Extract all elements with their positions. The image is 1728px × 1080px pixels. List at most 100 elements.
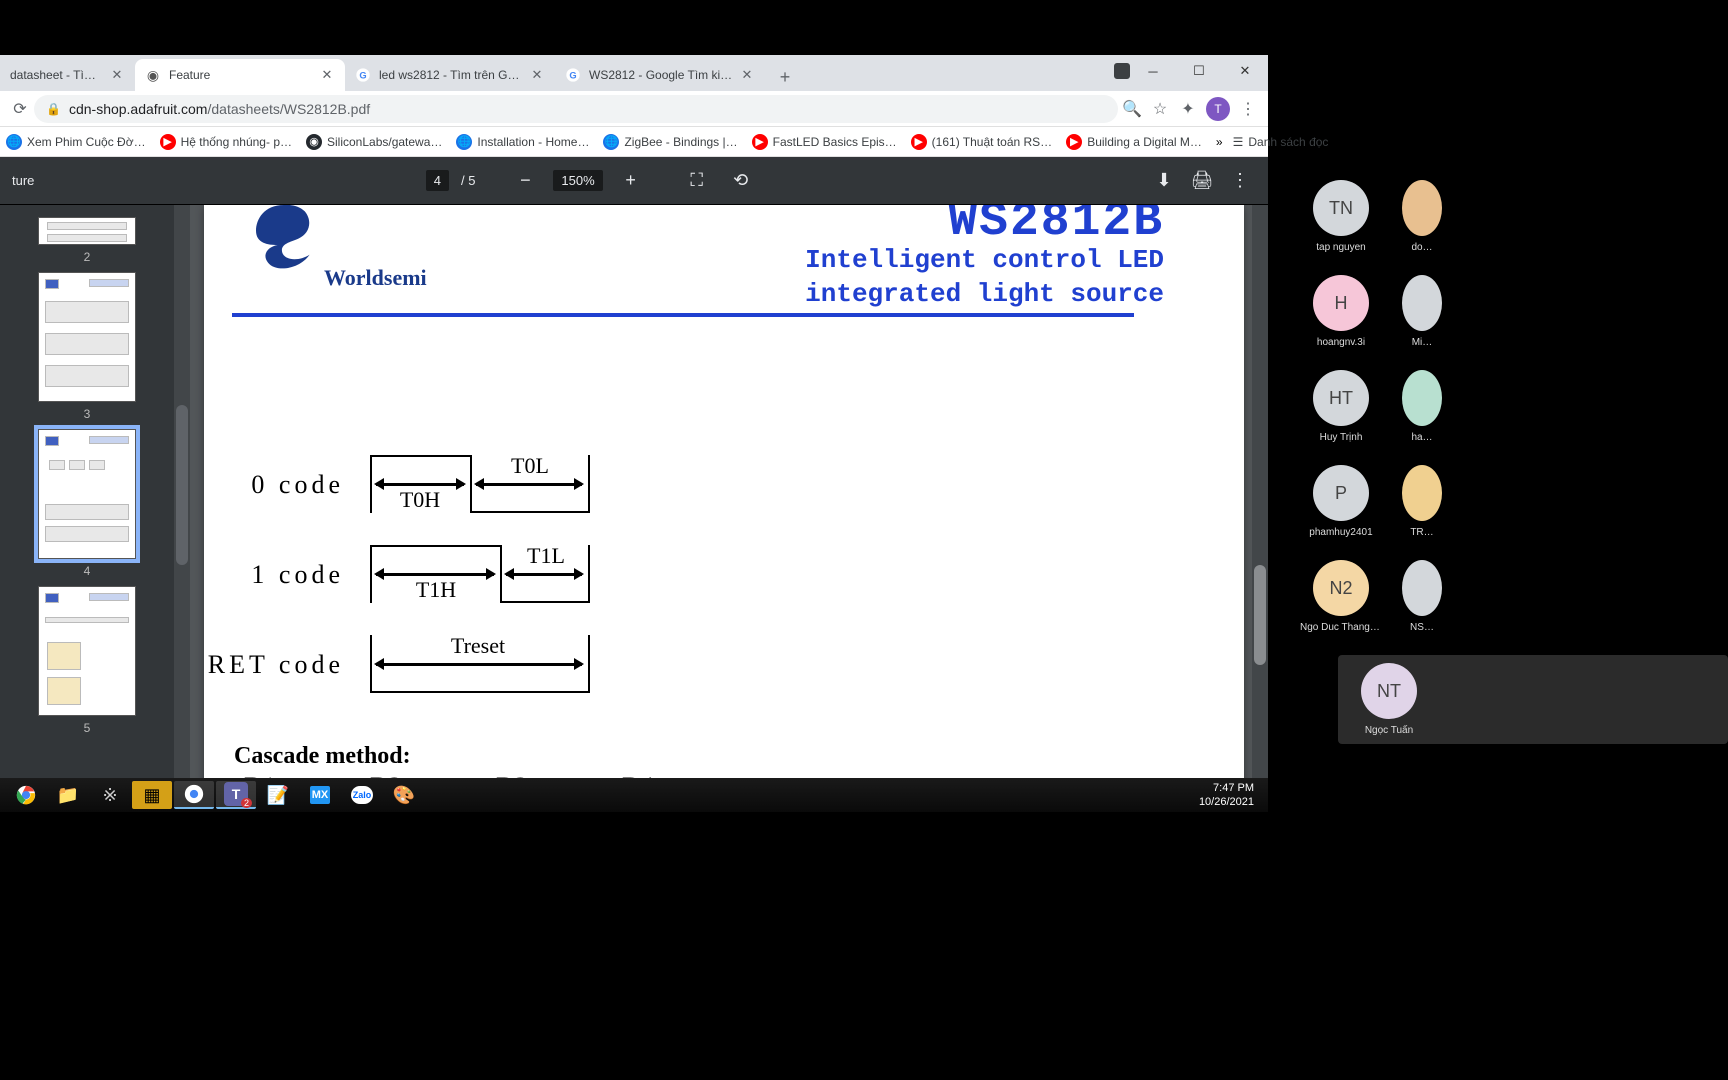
app-taskbar-icon[interactable]: ▦ (132, 781, 172, 809)
bookmark-label: SiliconLabs/gatewa… (327, 135, 442, 149)
participant[interactable]: do… (1402, 180, 1442, 253)
bookmark-item[interactable]: ▶FastLED Basics Epis… (752, 134, 897, 150)
bookmarks-overflow-button[interactable]: » (1216, 135, 1223, 149)
participant[interactable]: H hoangnv.3i (1298, 275, 1384, 348)
globe-icon: 🌐 (456, 134, 472, 150)
bookmark-label: Xem Phim Cuộc Đờ… (27, 135, 146, 149)
url-input[interactable]: 🔒 cdn-shop.adafruit.com/datasheets/WS281… (34, 95, 1118, 123)
bookmark-item[interactable]: 🌐Xem Phim Cuộc Đờ… (6, 134, 146, 150)
page-scrollbar[interactable] (1252, 205, 1268, 810)
tab-3[interactable]: G WS2812 - Google Tìm kiếm ✕ (555, 59, 765, 91)
list-icon: ☰ (1233, 135, 1244, 149)
close-icon[interactable]: ✕ (739, 67, 755, 83)
participant-name: Ngọc Tuấn (1365, 725, 1413, 736)
new-tab-button[interactable]: + (771, 63, 799, 91)
system-clock[interactable]: 7:47 PM 10/26/2021 (1199, 781, 1262, 809)
bookmark-label: (161) Thuật toán RS… (932, 135, 1053, 149)
profile-avatar[interactable]: T (1206, 97, 1230, 121)
app-taskbar-icon[interactable]: ※ (90, 781, 130, 809)
participant[interactable]: ha… (1402, 370, 1442, 443)
url-path: /datasheets/WS2812B.pdf (207, 101, 370, 117)
avatar: H (1313, 275, 1369, 331)
print-button[interactable]: 🖨 (1186, 165, 1218, 197)
t1h-label: T1H (416, 577, 456, 603)
close-icon[interactable]: ✕ (529, 67, 545, 83)
thumbnail-scrollbar[interactable] (174, 205, 190, 810)
close-window-button[interactable]: ✕ (1222, 55, 1268, 87)
paint-taskbar-icon[interactable]: 🎨 (384, 781, 424, 809)
youtube-icon: ▶ (752, 134, 768, 150)
participant[interactable]: TR… (1402, 465, 1442, 538)
tab-2[interactable]: G led ws2812 - Tìm trên Google ✕ (345, 59, 555, 91)
bookmark-item[interactable]: ◉SiliconLabs/gatewa… (306, 134, 442, 150)
pdf-page-area[interactable]: Worldsemi WS2812B Intelligent control LE… (190, 205, 1268, 810)
zalo-taskbar-icon[interactable]: Zalo (342, 781, 382, 809)
menu-icon[interactable]: ⋮ (1234, 95, 1262, 123)
participant-active[interactable]: NT Ngọc Tuấn (1346, 663, 1432, 736)
avatar: HT (1313, 370, 1369, 426)
participant[interactable]: P phamhuy2401 (1298, 465, 1384, 538)
chrome-active-taskbar-icon[interactable] (174, 781, 214, 809)
maximize-button[interactable]: ☐ (1176, 55, 1222, 87)
zoom-in-button[interactable]: + (615, 165, 647, 197)
thumbnail-page-4[interactable] (38, 429, 136, 559)
bookmark-item[interactable]: ▶Building a Digital M… (1066, 134, 1202, 150)
tab-0[interactable]: datasheet - Tìm trên Go… ✕ (0, 59, 135, 91)
bookmark-item[interactable]: 🌐ZigBee - Bindings |… (603, 134, 737, 150)
participant[interactable]: TN tap nguyen (1298, 180, 1384, 253)
bookmark-item[interactable]: 🌐Installation - Home… (456, 134, 589, 150)
mx-taskbar-icon[interactable]: MX (300, 781, 340, 809)
bookmark-item[interactable]: ▶(161) Thuật toán RS… (911, 134, 1053, 150)
participant[interactable]: HT Huy Trịnh (1298, 370, 1384, 443)
download-button[interactable]: ⬇ (1148, 165, 1180, 197)
zoom-icon[interactable]: 🔍 (1118, 95, 1146, 123)
page-total: 5 (468, 173, 475, 188)
thumbnail-page-3[interactable] (38, 272, 136, 402)
lock-icon: 🔒 (46, 102, 61, 116)
participant-name: Ngo Duc Thang 2… (1300, 622, 1382, 633)
thumbnail-page-5[interactable] (38, 586, 136, 716)
minimize-button[interactable]: ─ (1130, 55, 1176, 87)
participant-name: Mi… (1412, 337, 1433, 348)
participant-name: TR… (1410, 527, 1433, 538)
thumbnail-label: 4 (0, 564, 174, 578)
reload-button[interactable]: ⟳ (6, 95, 34, 123)
thumbnail-page-2[interactable] (38, 217, 136, 245)
brand-text: Worldsemi (324, 265, 427, 291)
tab-title: Feature (169, 68, 313, 82)
participant[interactable]: NS… (1402, 560, 1442, 633)
bookmark-label: Building a Digital M… (1087, 135, 1202, 149)
zoom-out-button[interactable]: − (509, 165, 541, 197)
bookmark-item[interactable]: ▶Hệ thống nhúng- p… (160, 134, 292, 150)
participant[interactable]: Mi… (1402, 275, 1442, 348)
avatar: P (1313, 465, 1369, 521)
fit-page-button[interactable]: ⛶ (681, 165, 713, 197)
star-icon[interactable]: ☆ (1146, 95, 1174, 123)
google-icon: G (565, 67, 581, 83)
chrome-taskbar-icon[interactable] (6, 781, 46, 809)
extensions-icon[interactable]: ✦ (1174, 95, 1202, 123)
avatar (1402, 180, 1442, 236)
avatar: N2 (1313, 560, 1369, 616)
participant-name: tap nguyen (1316, 242, 1366, 253)
pdf-page: Worldsemi WS2812B Intelligent control LE… (204, 205, 1244, 810)
participant-name: ha… (1411, 432, 1432, 443)
tab-1[interactable]: ◉ Feature ✕ (135, 59, 345, 91)
bookmarks-bar: 🌐Xem Phim Cuộc Đờ… ▶Hệ thống nhúng- p… ◉… (0, 127, 1268, 157)
avatar (1402, 275, 1442, 331)
explorer-taskbar-icon[interactable]: 📁 (48, 781, 88, 809)
page-current-input[interactable]: 4 (426, 170, 449, 191)
reading-list-button[interactable]: ☰Danh sách đọc (1233, 135, 1329, 149)
participant[interactable]: N2 Ngo Duc Thang 2… (1298, 560, 1384, 633)
close-icon[interactable]: ✕ (319, 67, 335, 83)
teams-taskbar-icon[interactable]: T2 (216, 781, 256, 809)
zoom-level[interactable]: 150% (553, 170, 602, 191)
avatar: TN (1313, 180, 1369, 236)
participant-name: do… (1411, 242, 1432, 253)
close-icon[interactable]: ✕ (109, 67, 125, 83)
more-button[interactable]: ⋮ (1224, 165, 1256, 197)
notepad-taskbar-icon[interactable]: 📝 (258, 781, 298, 809)
tab-title: datasheet - Tìm trên Go… (10, 68, 103, 82)
share-indicator-icon[interactable] (1114, 63, 1130, 79)
rotate-button[interactable]: ⟲ (725, 165, 757, 197)
